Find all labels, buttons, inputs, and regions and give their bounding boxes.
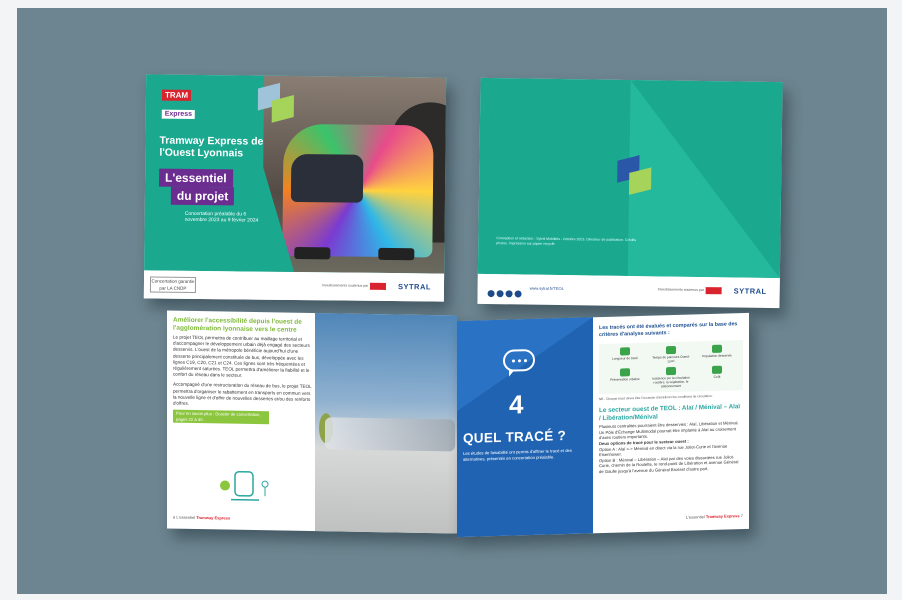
left-paragraph-1: Le projet TEOL permettra de contribuer a…	[173, 334, 310, 379]
cover-pill-2: du projet	[170, 186, 235, 206]
left-heading: Améliorer l'accessibilité depuis l'ouest…	[173, 316, 302, 334]
tram-windshield	[290, 153, 364, 203]
social-icons	[487, 284, 523, 303]
left-footer-label: L'essentiel	[176, 514, 196, 520]
clock-icon	[666, 345, 676, 355]
tram-express-badge: TRAM Express	[161, 85, 210, 119]
criterion-item: Coût	[695, 365, 739, 387]
criteria-grid: Longueur de tracé Temps de parcours Oues…	[599, 340, 743, 395]
chapter-number: 4	[509, 389, 524, 420]
criterion-item: Préservation urbaine	[603, 368, 647, 390]
red-logo	[369, 282, 387, 290]
right-page-number: 7	[740, 513, 743, 519]
facebook-icon[interactable]	[487, 290, 495, 298]
mockup-background: TRAM Express Tramway Express de l'Ouest …	[17, 8, 887, 594]
back-cover: Conception et rédaction : Sytral Mobilit…	[477, 77, 783, 309]
criterion-item: Population desservie	[695, 344, 739, 362]
right-footer: L'essentiel Tramway Express 7	[686, 513, 743, 520]
tree-icon	[620, 368, 630, 377]
back-credits: Conception et rédaction : Sytral Mobilit…	[496, 236, 637, 246]
cover-footer: Concertation garantie par LA CNDP Invest…	[143, 270, 445, 302]
left-page-number: 6	[173, 514, 176, 520]
badge-tram: TRAM	[161, 89, 192, 101]
back-teal-panel: Conception et rédaction : Sytral Mobilit…	[477, 77, 783, 279]
sector-list: Plusieurs centralités pourraient être de…	[599, 420, 743, 474]
sector-title: Le secteur ouest de TEOL : Alaï / Méniva…	[599, 403, 741, 422]
criteria-heading: Les tracés ont été évalués et comparés s…	[599, 321, 738, 338]
instagram-icon[interactable]	[505, 290, 513, 298]
back-footer: www.sytral.fr/TEOL Investissements soute…	[477, 273, 780, 307]
left-info-bar: Pour en savoir plus : Dossier de concert…	[173, 409, 269, 425]
cover-title: Tramway Express de l'Ouest Lyonnais	[159, 134, 264, 160]
back-url[interactable]: www.sytral.fr/TEOL	[530, 286, 564, 291]
right-text-column: Les tracés ont été évalués et comparés s…	[599, 321, 743, 475]
left-photo	[315, 313, 457, 534]
right-footer-label: L'essentiel	[685, 514, 705, 520]
money-bag-icon	[712, 365, 722, 374]
motion-blur-tram	[325, 417, 455, 452]
open-booklet: Améliorer l'accessibilité depuis l'ouest…	[167, 310, 749, 538]
left-footer-brand: Tramway Express	[196, 514, 231, 521]
back-red-logo	[705, 287, 722, 295]
criteria-note: NB : Chaque tracé devra être l'occasion …	[599, 393, 713, 402]
location-icon	[712, 344, 722, 353]
chapter-subtitle: Les études de faisabilité ont permis d'a…	[463, 447, 572, 462]
left-paragraph-2: Accompagné d'une restructuration du rése…	[173, 381, 312, 406]
tram-wheel	[378, 247, 415, 261]
blue-chapter-panel: 4 QUEL TRACÉ ? Les études de faisabilité…	[457, 317, 593, 538]
criterion-item: Longueur de tracé	[603, 347, 647, 365]
length-icon	[620, 347, 630, 356]
front-cover: TRAM Express Tramway Express de l'Ouest …	[143, 74, 447, 302]
back-support-text: Investissements soutenus par	[657, 287, 704, 293]
cover-subtitle: Concertation préalable du 6 novembre 202…	[184, 210, 259, 224]
criterion-item: Incidence sur la circulation routière, l…	[649, 366, 693, 388]
right-page: 4 QUEL TRACÉ ? Les études de faisabilité…	[457, 312, 749, 538]
criterion-item: Temps de parcours Ouest-Lyon	[649, 345, 693, 363]
cover-pill-1: L'essentiel	[159, 168, 233, 188]
linkedin-icon[interactable]	[514, 290, 522, 298]
left-footer: 6 L'essentiel Tramway Express	[173, 515, 230, 521]
cndp-logo: Concertation garantie par LA CNDP	[149, 276, 197, 293]
back-sytral-logo: SYTRAL	[733, 286, 767, 296]
cover-support-text: Investissements soutenus par	[321, 283, 369, 288]
tram-wheel	[294, 246, 331, 260]
chapter-title: QUEL TRACÉ ?	[463, 428, 567, 446]
left-text-column: Améliorer l'accessibilité depuis l'ouest…	[173, 317, 315, 426]
option-b: Option B : Ménival – Libération – Alaï p…	[599, 454, 739, 475]
twitter-icon[interactable]	[496, 290, 504, 298]
tram-line-illustration	[220, 470, 269, 501]
cover-teal-panel: TRAM Express Tramway Express de l'Ouest …	[144, 74, 447, 274]
left-page: Améliorer l'accessibilité depuis l'ouest…	[167, 310, 457, 534]
colorful-tram-image	[282, 123, 434, 261]
badge-express: Express	[161, 109, 196, 119]
sytral-logo: SYTRAL	[397, 282, 432, 292]
right-footer-brand: Tramway Express	[705, 513, 740, 520]
car-icon	[666, 366, 676, 376]
speech-bubble-icon	[503, 348, 535, 372]
